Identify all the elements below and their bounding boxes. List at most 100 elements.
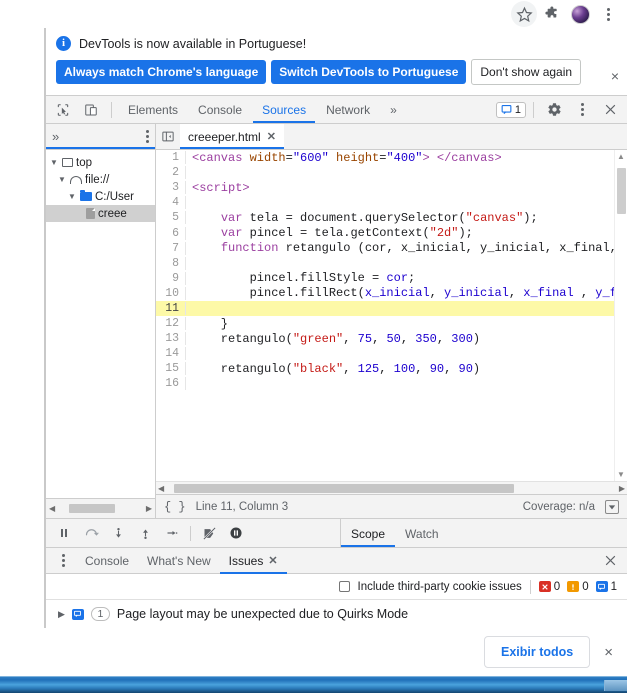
scroll-track[interactable] xyxy=(57,503,144,514)
line-number[interactable]: 13 xyxy=(156,332,186,346)
editor-vertical-scrollbar[interactable]: ▲ ▼ xyxy=(614,150,627,481)
close-devtools-icon[interactable] xyxy=(597,99,623,121)
gear-icon[interactable] xyxy=(541,99,567,121)
code-line[interactable]: 11 xyxy=(156,300,614,317)
line-number[interactable]: 9 xyxy=(156,271,186,285)
pause-on-exceptions-button[interactable] xyxy=(224,522,248,544)
line-number[interactable]: 11 xyxy=(156,301,186,315)
tab-scope[interactable]: Scope xyxy=(341,520,395,547)
code-lines-container[interactable]: 1 <canvas width="600" height="400"> </can… xyxy=(156,150,614,481)
line-number[interactable]: 1 xyxy=(156,151,186,165)
tree-item-folder[interactable]: ▼ C:/User xyxy=(46,188,155,205)
navigator-horizontal-scrollbar[interactable]: ◀ ▶ xyxy=(46,498,155,518)
step-over-button[interactable] xyxy=(79,522,103,544)
tab-watch[interactable]: Watch xyxy=(395,520,449,547)
extensions-puzzle-icon[interactable] xyxy=(539,1,565,27)
code-line[interactable]: 6 var pincel = tela.getContext("2d"); xyxy=(156,225,614,240)
scroll-up-arrow-icon[interactable]: ▲ xyxy=(617,152,625,161)
line-number[interactable]: 5 xyxy=(156,211,186,225)
code-line[interactable]: 15 retangulo("black", 125, 100, 90, 90) xyxy=(156,361,614,376)
scroll-thumb[interactable] xyxy=(69,504,116,513)
code-line[interactable]: 8 xyxy=(156,256,614,271)
scroll-track[interactable] xyxy=(164,483,619,494)
code-line[interactable]: 16 xyxy=(156,376,614,391)
line-number[interactable]: 4 xyxy=(156,196,186,210)
include-third-party-cookies-checkbox[interactable] xyxy=(338,581,350,592)
scroll-left-arrow-icon[interactable]: ◀ xyxy=(49,504,55,513)
browser-menu-icon[interactable] xyxy=(595,1,621,27)
scroll-thumb[interactable] xyxy=(617,168,626,214)
bookmark-star-icon[interactable] xyxy=(511,1,537,27)
issue-list-item[interactable]: ▶ 1 Page layout may be unexpected due to… xyxy=(46,600,627,628)
twisty-icon[interactable]: ▼ xyxy=(68,192,77,201)
line-number[interactable]: 10 xyxy=(156,286,186,300)
pretty-print-icon[interactable]: { } xyxy=(164,500,186,514)
code-line[interactable]: 13 retangulo("green", 75, 50, 350, 300) xyxy=(156,331,614,346)
scroll-thumb[interactable] xyxy=(174,483,515,493)
more-tabs-icon[interactable]: » xyxy=(381,96,406,123)
code-line[interactable]: 5 var tela = document.querySelector("can… xyxy=(156,210,614,225)
line-number[interactable]: 15 xyxy=(156,362,186,376)
drawer-tab-console[interactable]: Console xyxy=(76,548,138,574)
show-all-button[interactable]: Exibir todos xyxy=(484,636,591,668)
file-tab-creeeper-html[interactable]: creeeper.html ✕ xyxy=(180,124,284,149)
drawer-tab-whats-new[interactable]: What's New xyxy=(138,548,220,574)
navigator-menu-icon[interactable] xyxy=(146,130,149,143)
switch-devtools-language-button[interactable]: Switch DevTools to Portuguese xyxy=(271,60,467,84)
tab-network[interactable]: Network xyxy=(317,96,379,123)
tab-elements[interactable]: Elements xyxy=(119,96,187,123)
tree-item-file[interactable]: creee xyxy=(46,205,155,222)
scroll-right-arrow-icon[interactable]: ▶ xyxy=(619,484,625,493)
close-icon[interactable]: ✕ xyxy=(268,554,277,567)
tab-sources[interactable]: Sources xyxy=(253,96,315,123)
tab-console[interactable]: Console xyxy=(189,96,251,123)
line-number[interactable]: 14 xyxy=(156,347,186,361)
twisty-icon[interactable]: ▼ xyxy=(50,158,59,167)
twisty-icon[interactable]: ▼ xyxy=(58,175,67,184)
banner-close-icon[interactable]: × xyxy=(611,69,619,83)
line-number[interactable]: 3 xyxy=(156,181,186,195)
line-number[interactable]: 2 xyxy=(156,166,186,180)
pause-script-button[interactable] xyxy=(52,522,76,544)
tree-item-file-origin[interactable]: ▼ file:// xyxy=(46,171,155,188)
deactivate-breakpoints-button[interactable] xyxy=(197,522,221,544)
line-number[interactable]: 8 xyxy=(156,256,186,270)
dont-show-again-button[interactable]: Don't show again xyxy=(471,59,582,85)
scroll-down-arrow-icon[interactable]: ▼ xyxy=(617,470,625,479)
always-match-language-button[interactable]: Always match Chrome's language xyxy=(56,60,267,84)
editor-horizontal-scrollbar[interactable]: ◀ ▶ xyxy=(156,481,627,494)
line-number[interactable]: 7 xyxy=(156,241,186,255)
step-into-button[interactable] xyxy=(106,522,130,544)
line-number[interactable]: 6 xyxy=(156,226,186,240)
code-line[interactable]: 12 } xyxy=(156,316,614,331)
tree-item-top[interactable]: ▼ top xyxy=(46,154,155,171)
code-line[interactable]: 9 pincel.fillStyle = cor; xyxy=(156,271,614,286)
profile-avatar[interactable] xyxy=(567,1,593,27)
expand-navigator-icon[interactable]: » xyxy=(52,129,59,144)
devtools-menu-icon[interactable] xyxy=(569,99,595,121)
step-out-button[interactable] xyxy=(133,522,157,544)
close-drawer-icon[interactable] xyxy=(597,550,623,572)
code-line[interactable]: 14 xyxy=(156,346,614,361)
inspect-element-icon[interactable] xyxy=(50,99,76,121)
step-button[interactable] xyxy=(160,522,184,544)
code-editor[interactable]: 1 <canvas width="600" height="400"> </can… xyxy=(156,150,627,481)
infobar-close-icon[interactable]: × xyxy=(604,644,613,661)
expand-twisty-icon[interactable]: ▶ xyxy=(58,609,65,620)
code-line[interactable]: 3 <script> xyxy=(156,180,614,195)
code-line[interactable]: 1 <canvas width="600" height="400"> </can… xyxy=(156,150,614,165)
code-line[interactable]: 10 pincel.fillRect(x_inicial, y_inicial,… xyxy=(156,286,614,301)
coverage-drawer-icon[interactable] xyxy=(605,499,619,514)
scroll-right-arrow-icon[interactable]: ▶ xyxy=(146,504,152,513)
show-navigator-icon[interactable] xyxy=(156,130,180,143)
line-number[interactable]: 12 xyxy=(156,317,186,331)
code-line[interactable]: 7 function retangulo (cor, x_inicial, y_… xyxy=(156,241,614,256)
code-line[interactable]: 4 xyxy=(156,195,614,210)
device-toolbar-icon[interactable] xyxy=(78,99,104,121)
issues-counter-button[interactable]: 1 xyxy=(495,101,526,118)
drawer-menu-icon[interactable] xyxy=(50,550,76,572)
drawer-tab-issues[interactable]: Issues ✕ xyxy=(220,548,287,574)
code-line[interactable]: 2 xyxy=(156,165,614,180)
line-number[interactable]: 16 xyxy=(156,377,186,391)
close-icon[interactable]: ✕ xyxy=(267,130,276,143)
